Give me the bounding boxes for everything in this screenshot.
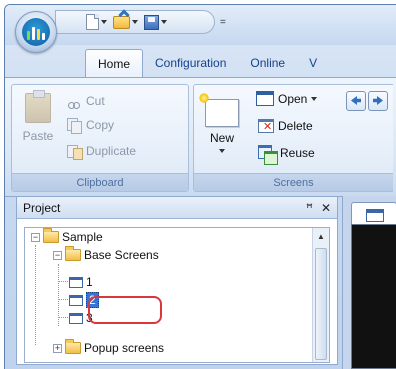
open-screen-button[interactable]: Open	[256, 91, 318, 106]
cut-label: Cut	[86, 94, 105, 108]
dropdown-arrow-icon	[311, 96, 318, 101]
ribbon-tabs: Home Configuration Online V	[5, 49, 396, 77]
screens-group: New Open Delete Reuse Screens	[193, 84, 393, 192]
tree-label: 1	[86, 275, 93, 289]
folder-icon	[43, 228, 59, 243]
clipboard-group: Paste Cut Copy Duplicate Clipboard	[11, 84, 189, 192]
tree-label: Popup screens	[84, 341, 165, 355]
dropdown-arrow-icon	[219, 149, 225, 153]
open-screen-icon	[256, 91, 274, 106]
reuse-screen-icon	[258, 145, 278, 165]
tab-online[interactable]: Online	[238, 49, 297, 77]
folder-icon	[65, 246, 81, 261]
new-label: New	[209, 131, 234, 145]
scissors-icon	[66, 93, 82, 109]
delete-label: Delete	[278, 119, 313, 133]
qat-new-button[interactable]	[86, 13, 107, 31]
application-menu-button[interactable]	[15, 11, 57, 53]
title-bar: =	[5, 5, 396, 45]
app-logo-icon	[22, 18, 50, 46]
pin-icon[interactable]: ꟸ	[306, 201, 313, 215]
screen-nav-buttons	[346, 91, 388, 111]
dropdown-arrow-icon	[132, 20, 138, 24]
tree-label: Base Screens	[84, 248, 159, 262]
screen-icon	[69, 312, 83, 324]
selection-callout	[88, 296, 162, 324]
clipboard-group-label: Clipboard	[12, 173, 188, 191]
editor-tab[interactable]	[351, 202, 396, 224]
scroll-thumb[interactable]	[315, 248, 327, 360]
tree-node-base-screens[interactable]: − Base Screens	[53, 246, 159, 264]
quick-access-toolbar	[55, 8, 215, 34]
collapse-icon[interactable]: −	[31, 232, 40, 242]
project-panel-title: Project	[23, 200, 61, 215]
tab-home[interactable]: Home	[85, 49, 144, 77]
tree-label: Sample	[62, 230, 103, 244]
reuse-label: Reuse	[280, 146, 315, 160]
screen-icon	[366, 209, 384, 222]
tab-configuration[interactable]: Configuration	[143, 49, 238, 77]
delete-screen-button[interactable]: Delete	[258, 119, 313, 133]
open-label: Open	[278, 91, 308, 106]
copy-label: Copy	[86, 118, 115, 132]
project-panel-header: Project ꟸ ✕	[17, 197, 337, 219]
paste-label: Paste	[22, 129, 54, 143]
expand-icon[interactable]: +	[53, 343, 62, 353]
project-panel: Project ꟸ ✕ − Sample − Base Screens 1 2	[16, 196, 338, 365]
ribbon: Paste Cut Copy Duplicate Clipboard New O…	[5, 77, 396, 197]
tree-scrollbar[interactable]: ▲	[312, 228, 329, 362]
paste-icon	[25, 90, 51, 123]
screen-canvas[interactable]	[351, 224, 396, 369]
collapse-icon[interactable]: −	[53, 250, 62, 260]
screen-icon	[69, 276, 83, 288]
paste-button[interactable]: Paste	[18, 90, 58, 143]
qat-save-button[interactable]	[144, 13, 167, 31]
dropdown-arrow-icon	[161, 20, 167, 24]
project-tree: − Sample − Base Screens 1 2 3 + Popup sc…	[24, 227, 330, 363]
scroll-up-icon[interactable]: ▲	[313, 228, 329, 244]
screens-group-label: Screens	[194, 173, 393, 191]
tree-node-screen-1[interactable]: 1	[69, 273, 93, 291]
next-screen-icon[interactable]	[368, 91, 388, 111]
open-folder-icon	[113, 8, 130, 29]
qat-customize-button[interactable]: =	[220, 17, 226, 28]
tree-node-sample[interactable]: − Sample	[31, 228, 103, 246]
delete-screen-icon	[258, 119, 274, 133]
screen-icon	[69, 294, 83, 306]
cut-button[interactable]: Cut	[66, 93, 105, 109]
new-screen-button[interactable]: New	[199, 93, 244, 153]
tree-node-popup-screens[interactable]: + Popup screens	[53, 339, 164, 357]
duplicate-label: Duplicate	[86, 144, 137, 158]
duplicate-icon	[66, 143, 83, 160]
qat-open-button[interactable]	[113, 8, 138, 31]
close-icon[interactable]: ✕	[321, 201, 331, 215]
tab-view[interactable]: V	[297, 49, 329, 77]
dropdown-arrow-icon	[101, 20, 107, 24]
folder-icon	[65, 339, 81, 354]
reuse-screen-button[interactable]: Reuse	[258, 145, 315, 165]
copy-button[interactable]: Copy	[66, 117, 115, 134]
duplicate-button[interactable]: Duplicate	[66, 143, 137, 160]
copy-icon	[66, 117, 82, 134]
previous-screen-icon[interactable]	[346, 91, 366, 111]
new-document-icon	[86, 14, 99, 30]
save-icon	[144, 14, 159, 30]
new-screen-icon	[199, 93, 239, 127]
screen-editor-area	[342, 196, 396, 369]
